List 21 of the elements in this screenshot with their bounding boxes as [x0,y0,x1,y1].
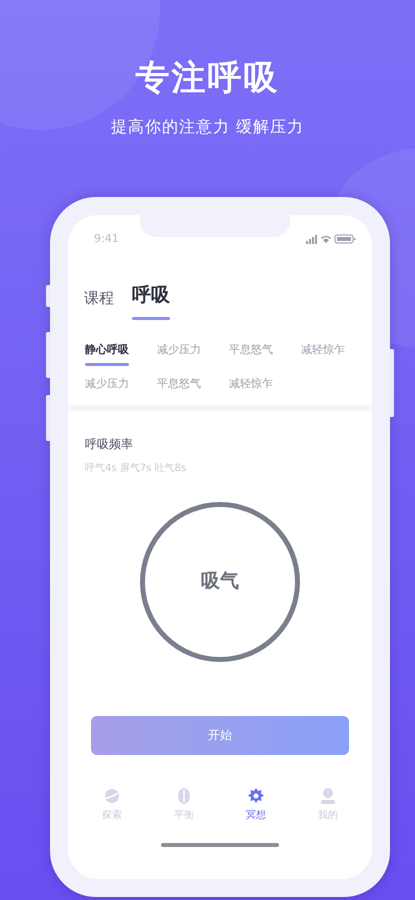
person-icon [319,786,337,804]
headline: 专注呼吸 [136,57,280,100]
category-tab[interactable]: 减少压力 [85,376,129,400]
category-tab[interactable]: 平息怒气 [157,376,201,400]
category-tab[interactable]: 静心呼吸 [85,342,129,366]
subtitle: 提高你的注意力 缓解压力 [110,116,304,138]
breath-phase: 吸气 [201,569,239,594]
category-tab[interactable]: 减少压力 [157,342,201,366]
category-tab[interactable]: 减轻惊乍 [301,342,345,366]
status-icons [306,234,356,244]
status-time: 9:41 [94,230,119,247]
tab[interactable]: 课程 [84,287,114,320]
start-button[interactable]: 开始 [91,716,349,754]
section-title: 呼吸频率 [84,436,134,452]
leaf-icon [175,786,193,804]
flower-icon [247,786,265,804]
category-tab[interactable]: 减轻惊乍 [229,376,273,400]
globe-icon [103,786,121,804]
category-tab[interactable]: 平息怒气 [229,342,273,366]
tab[interactable]: 呼吸 [132,281,170,320]
nav-item[interactable]: 冥想 [231,786,281,822]
